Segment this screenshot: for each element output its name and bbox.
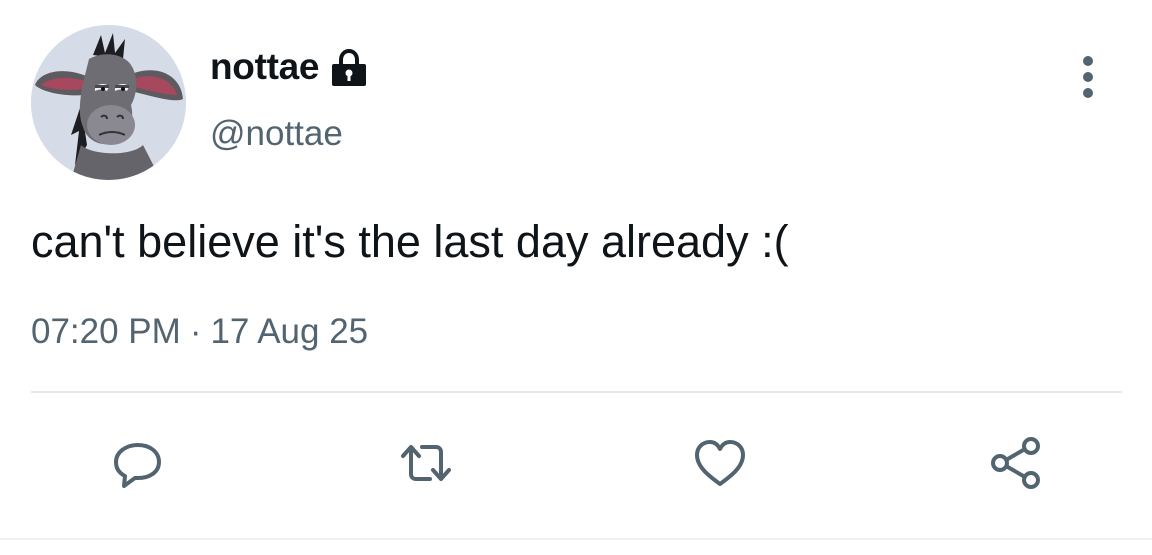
retweet-icon [401,445,451,481]
user-handle[interactable]: @nottae [210,112,343,156]
bottom-border [0,538,1152,540]
display-name[interactable]: nottae [210,44,320,90]
share-button[interactable] [986,433,1046,493]
reply-button[interactable] [108,433,168,493]
tweet-meta: 07:20 PM · 17 Aug 25 [31,309,368,355]
share-icon [991,437,1040,489]
lock-icon [329,48,369,88]
author-name-row: nottae [210,44,369,90]
reply-icon [114,443,161,488]
more-vertical-icon [1083,56,1093,98]
like-button[interactable] [690,433,750,493]
tweet-card: nottae @nottae can't believe it's the la… [0,0,1152,555]
more-options-button[interactable] [1068,52,1108,102]
retweet-button[interactable] [396,433,456,493]
tweet-text: can't believe it's the last day already … [31,216,789,267]
tweet-time[interactable]: 07:20 PM [31,309,181,355]
meta-separator: · [189,312,202,351]
heart-icon [695,440,745,486]
donkey-avatar-icon [31,25,186,180]
avatar[interactable] [31,25,186,180]
tweet-date[interactable]: 17 Aug 25 [210,309,368,355]
divider [31,391,1122,393]
